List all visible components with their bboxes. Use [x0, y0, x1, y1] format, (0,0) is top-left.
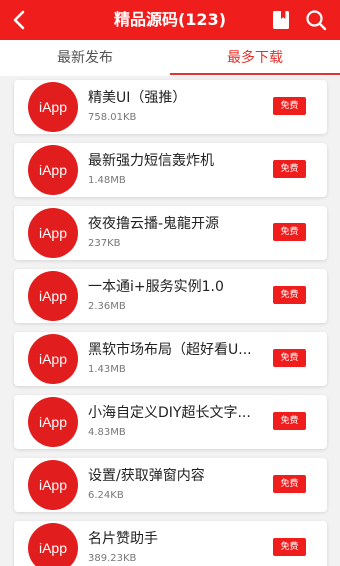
free-badge[interactable]: 免费	[273, 412, 306, 430]
item-name: 小海自定义DIY超长文字...	[88, 405, 251, 421]
app-logo: iApp	[28, 334, 78, 384]
item-name: 最新强力短信轰炸机	[88, 153, 214, 169]
free-badge[interactable]: 免费	[273, 475, 306, 493]
item-name: 设置/获取弹窗内容	[88, 468, 205, 484]
item-size: 389.23KB	[88, 553, 137, 564]
list-item[interactable]: iApp 名片赞助手 389.23KB 免费	[14, 521, 327, 566]
item-size: 758.01KB	[88, 112, 137, 123]
app-header: 精品源码(123)	[0, 0, 340, 40]
list-item[interactable]: iApp 夜夜撸云播-鬼龍开源 237KB 免费	[14, 206, 327, 260]
list-item[interactable]: iApp 小海自定义DIY超长文字... 4.83MB 免费	[14, 395, 327, 449]
free-badge[interactable]: 免费	[273, 538, 306, 556]
list-item[interactable]: iApp 设置/获取弹窗内容 6.24KB 免费	[14, 458, 327, 512]
item-size: 6.24KB	[88, 490, 124, 501]
app-logo: iApp	[28, 145, 78, 195]
app-logo: iApp	[28, 271, 78, 321]
free-badge[interactable]: 免费	[273, 160, 306, 178]
app-logo: iApp	[28, 82, 78, 132]
free-badge[interactable]: 免费	[273, 97, 306, 115]
list-item[interactable]: iApp 最新强力短信轰炸机 1.48MB 免费	[14, 143, 327, 197]
item-name: 黑软市场布局（超好看U...	[88, 342, 252, 358]
item-name: 夜夜撸云播-鬼龍开源	[88, 216, 220, 232]
free-badge[interactable]: 免费	[273, 223, 306, 241]
item-name: 名片赞助手	[88, 531, 158, 547]
free-badge[interactable]: 免费	[273, 349, 306, 367]
item-size: 237KB	[88, 238, 121, 249]
list-item[interactable]: iApp 精美UI（强推） 758.01KB 免费	[14, 80, 327, 134]
item-size: 4.83MB	[88, 427, 126, 438]
app-logo: iApp	[28, 397, 78, 447]
tab-most-downloaded[interactable]: 最多下载	[170, 40, 340, 76]
tab-latest[interactable]: 最新发布	[0, 40, 170, 76]
free-badge[interactable]: 免费	[273, 286, 306, 304]
item-name: 一本通i+服务实例1.0	[88, 279, 224, 295]
item-name: 精美UI（强推）	[88, 90, 187, 106]
bookmark-icon[interactable]	[272, 10, 290, 30]
list-item[interactable]: iApp 一本通i+服务实例1.0 2.36MB 免费	[14, 269, 327, 323]
active-tab-indicator	[170, 73, 340, 75]
item-size: 1.48MB	[88, 175, 126, 186]
item-size: 1.43MB	[88, 364, 126, 375]
app-logo: iApp	[28, 208, 78, 258]
list-item[interactable]: iApp 黑软市场布局（超好看U... 1.43MB 免费	[14, 332, 327, 386]
item-size: 2.36MB	[88, 301, 126, 312]
app-logo: iApp	[28, 460, 78, 510]
app-logo: iApp	[28, 523, 78, 566]
search-icon[interactable]	[305, 9, 327, 31]
tab-bar: 最新发布 最多下载	[0, 40, 340, 76]
